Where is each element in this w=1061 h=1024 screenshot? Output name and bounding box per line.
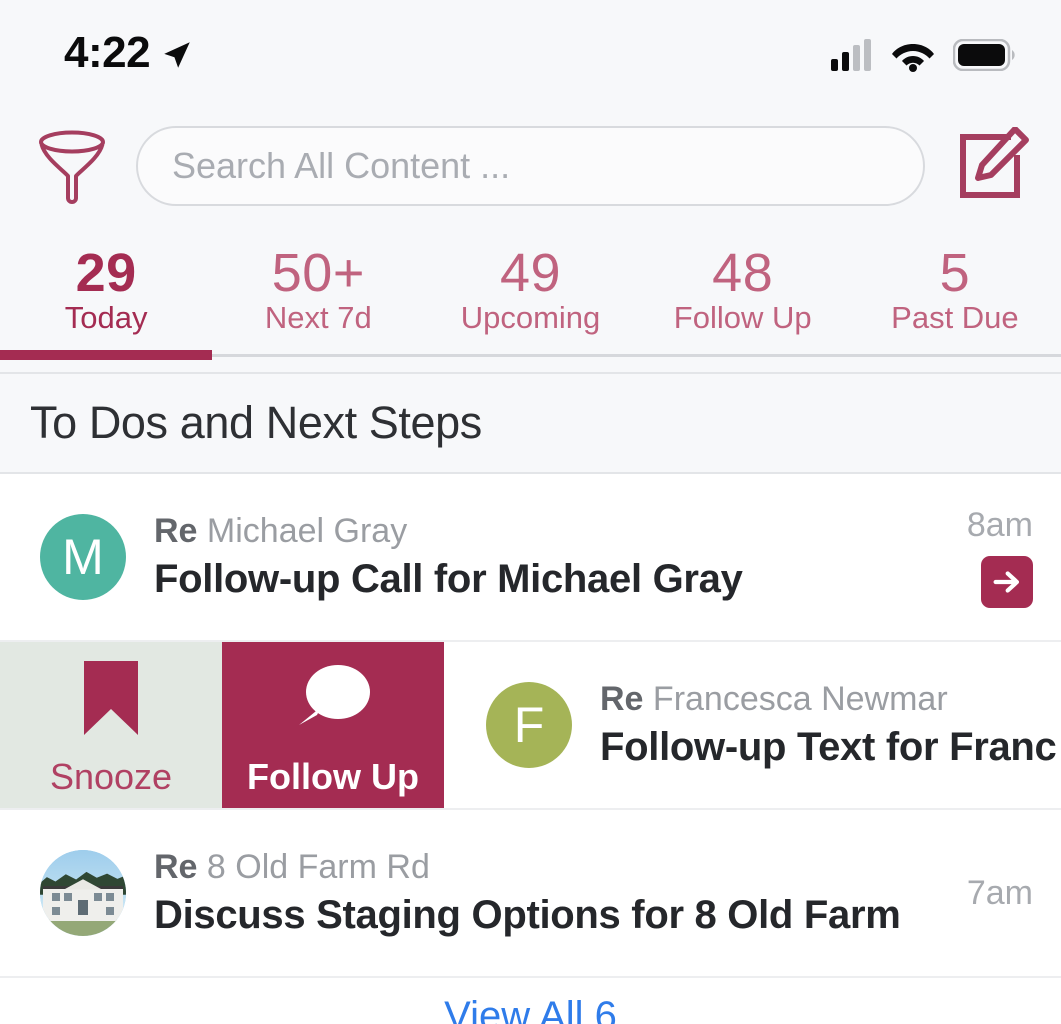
- row-title: Discuss Staging Options for 8 Old Farm: [154, 893, 901, 937]
- tab-follow-up-label: Follow Up: [673, 300, 812, 335]
- house-window: [106, 906, 114, 916]
- row-prefix: Re: [154, 512, 198, 550]
- tab-past-due-count: 5: [939, 243, 971, 303]
- tab-active-indicator: [0, 350, 212, 360]
- swipe-action-group: Snooze Follow Up: [0, 642, 444, 808]
- row-prefix: Re: [600, 680, 644, 718]
- view-all-link[interactable]: View All 6: [444, 992, 617, 1024]
- status-bar: 4:22: [0, 0, 1061, 110]
- page-title: To Dos and Next Steps: [30, 397, 482, 448]
- status-bar-right: [831, 38, 1025, 72]
- filter-button[interactable]: [30, 124, 114, 208]
- snooze-action-button[interactable]: Snooze: [0, 642, 222, 808]
- arrow-right-icon: [993, 571, 1020, 593]
- row-subject: 8 Old Farm Rd: [206, 848, 430, 886]
- tab-underline: [0, 350, 1061, 360]
- row-meta: 8am: [937, 506, 1033, 608]
- toolbar: [0, 110, 1061, 222]
- wifi-icon: [892, 44, 934, 72]
- row-subtitle: Re Francesca Newmar: [600, 677, 1061, 721]
- compose-button[interactable]: [947, 124, 1033, 208]
- status-bar-clock: 4:22: [64, 28, 151, 77]
- search-field[interactable]: [136, 126, 925, 206]
- row-prefix: Re: [154, 848, 198, 886]
- location-arrow-icon: [164, 42, 190, 68]
- avatar: M: [40, 514, 126, 600]
- tab-bar: 29 Today 50+ Next 7d 49 Upcoming 48 Foll…: [0, 222, 1061, 374]
- house-window: [64, 893, 72, 901]
- tab-bar-divider: [0, 360, 1061, 374]
- house-lawn: [40, 918, 126, 936]
- house-window: [52, 906, 60, 916]
- avatar-initial: F: [513, 697, 545, 753]
- row-subtitle: Re 8 Old Farm Rd: [154, 845, 937, 889]
- row-time: 7am: [966, 874, 1033, 912]
- tab-today[interactable]: 29 Today: [0, 244, 212, 342]
- tab-today-label: Today: [64, 300, 148, 335]
- todo-list: M Re Michael Gray Follow-up Call for Mic…: [0, 474, 1061, 1024]
- snooze-icon-wrap: [80, 651, 142, 737]
- row-content: Re 8 Old Farm Rd Discuss Staging Options…: [126, 845, 937, 941]
- tab-list: 29 Today 50+ Next 7d 49 Upcoming 48 Foll…: [0, 230, 1061, 342]
- tab-upcoming[interactable]: 49 Upcoming: [424, 244, 636, 342]
- tab-today-count: 29: [75, 243, 137, 303]
- row-subject: Michael Gray: [206, 512, 408, 550]
- cellular-signal-icon: [831, 39, 871, 71]
- tab-next-7d-label: Next 7d: [264, 300, 372, 335]
- tab-past-due[interactable]: 5 Past Due: [849, 244, 1061, 342]
- table-row[interactable]: Re 8 Old Farm Rd Discuss Staging Options…: [0, 810, 1061, 978]
- status-bar-left: 4:22: [64, 31, 194, 79]
- search-input[interactable]: [172, 145, 889, 187]
- follow-up-action-button[interactable]: Follow Up: [222, 642, 444, 808]
- tab-past-due-label: Past Due: [891, 300, 1019, 335]
- row-content: Re Michael Gray Follow-up Call for Micha…: [126, 509, 937, 605]
- house-window: [94, 893, 102, 901]
- battery-full-icon: [953, 39, 1015, 71]
- row-meta: 7am: [937, 874, 1033, 912]
- tab-next-7d-count: 50+: [271, 243, 365, 303]
- speech-bubble-icon: [299, 665, 370, 725]
- row-time: 8am: [966, 506, 1033, 544]
- table-row[interactable]: M Re Michael Gray Follow-up Call for Mic…: [0, 474, 1061, 642]
- house-window: [52, 893, 60, 901]
- tab-upcoming-count: 49: [499, 243, 562, 303]
- filter-funnel-icon: [39, 130, 105, 204]
- house-window: [106, 893, 114, 901]
- follow-up-icon-wrap: [291, 651, 375, 737]
- row-content: Re Francesca Newmar Follow-up Text for F…: [572, 677, 1061, 773]
- follow-up-action-label: Follow Up: [247, 756, 419, 797]
- house-door: [77, 899, 89, 916]
- row-title: Follow-up Call for Michael Gray: [154, 557, 743, 601]
- row-subject: Francesca Newmar: [652, 680, 948, 718]
- avatar: F: [486, 682, 572, 768]
- tab-next-7d[interactable]: 50+ Next 7d: [212, 244, 424, 342]
- bookmark-icon: [84, 661, 138, 735]
- row-subtitle: Re Michael Gray: [154, 509, 937, 553]
- tab-upcoming-label: Upcoming: [460, 300, 601, 335]
- tab-follow-up[interactable]: 48 Follow Up: [637, 244, 849, 342]
- table-row-swiped[interactable]: Snooze Follow Up F Re Francesca Newmar F…: [0, 642, 1061, 810]
- list-footer: View All 6: [0, 978, 1061, 1024]
- row-title: Follow-up Text for Franc: [600, 725, 1057, 769]
- avatar-property-photo: [40, 850, 126, 936]
- avatar-initial: M: [62, 529, 104, 585]
- tab-follow-up-count: 48: [712, 243, 774, 303]
- snooze-action-label: Snooze: [49, 756, 173, 797]
- row-content-shifted: F Re Francesca Newmar Follow-up Text for…: [444, 642, 1061, 808]
- row-go-button[interactable]: [981, 556, 1033, 608]
- section-header: To Dos and Next Steps: [0, 374, 1061, 474]
- compose-pencil-icon: [960, 127, 1029, 198]
